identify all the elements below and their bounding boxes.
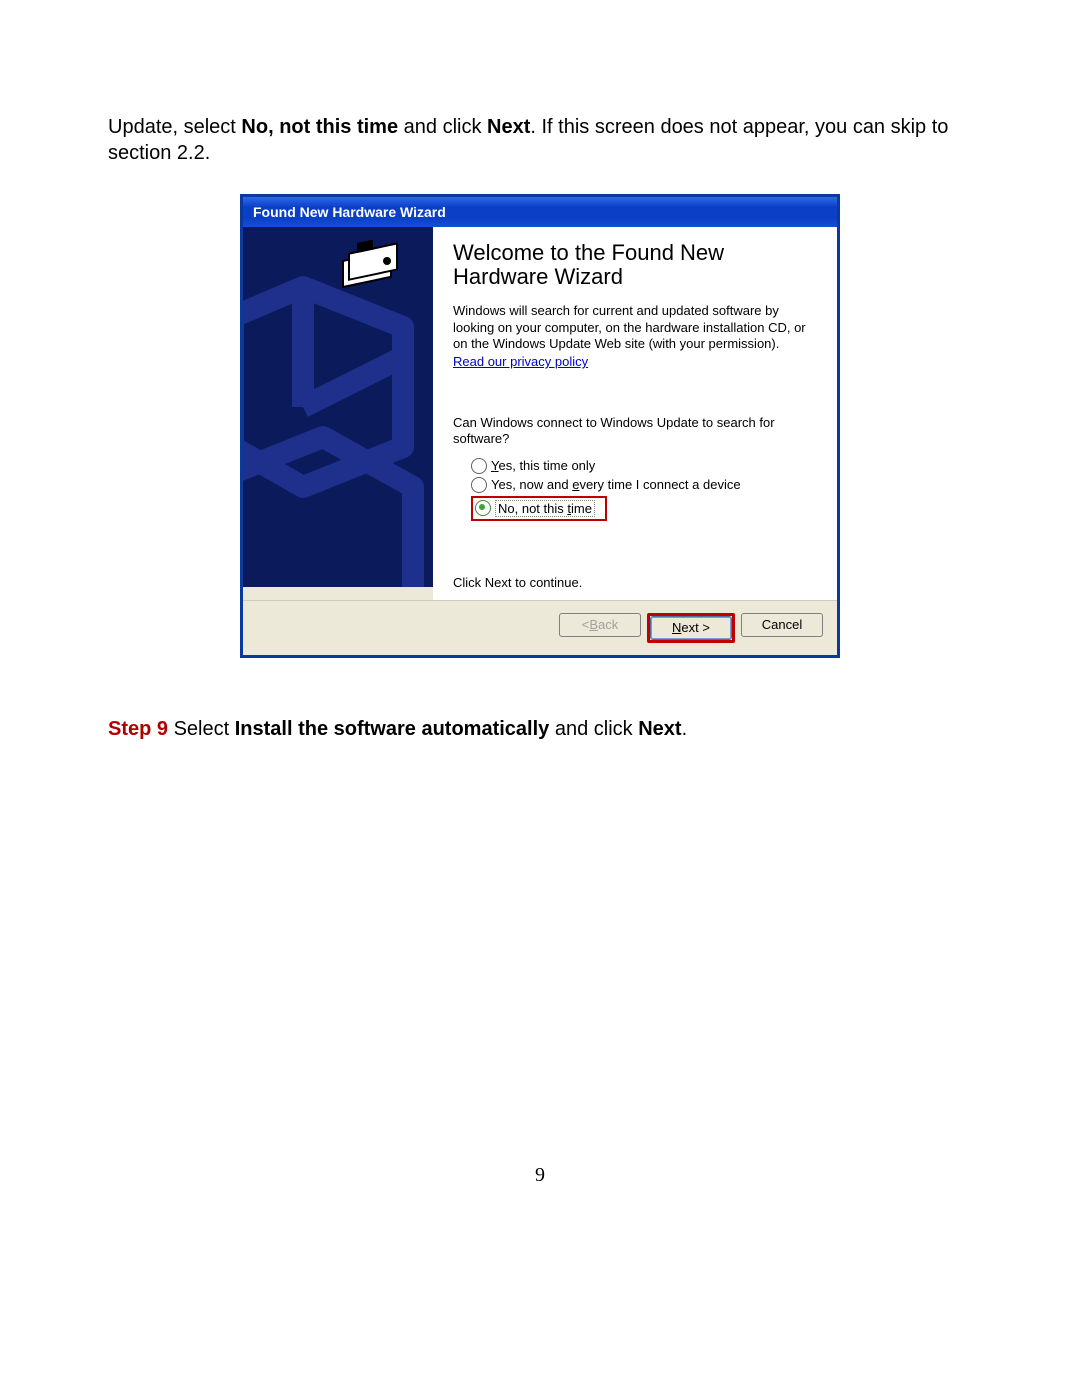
wizard-body: Welcome to the Found New Hardware Wizard… xyxy=(243,227,837,600)
back-button: < Back xyxy=(559,613,641,637)
step9-label: Step 9 xyxy=(108,718,168,740)
step9-bold2: Next xyxy=(638,718,681,740)
step9-bold1: Install the software automatically xyxy=(235,718,550,740)
wizard-question: Can Windows connect to Windows Update to… xyxy=(453,415,817,448)
radio-icon xyxy=(475,500,491,516)
radio-option-no-highlight[interactable]: No, not this time xyxy=(471,496,607,521)
intro-bold1: No, not this time xyxy=(241,116,398,138)
step9-pre: Select xyxy=(168,718,235,740)
wizard-heading: Welcome to the Found New Hardware Wizard xyxy=(453,241,817,289)
intro-paragraph: Update, select No, not this time and cli… xyxy=(108,114,972,166)
step9-mid: and click xyxy=(549,718,638,740)
radio-icon xyxy=(471,477,487,493)
radio-option-yes-always[interactable]: Yes, now and every time I connect a devi… xyxy=(471,477,817,493)
wizard-graphic-icon xyxy=(243,227,433,587)
step9-paragraph: Step 9 Select Install the software autom… xyxy=(108,716,972,743)
option-label: Yes, this time only xyxy=(491,458,595,473)
wizard-side-image xyxy=(243,227,433,587)
wizard-window: Found New Hardware Wizard xyxy=(240,194,840,658)
click-next-text: Click Next to continue. xyxy=(453,575,817,590)
wizard-options: Yes, this time only Yes, now and every t… xyxy=(453,458,817,521)
cancel-button[interactable]: Cancel xyxy=(741,613,823,637)
option-label: No, not this time xyxy=(495,500,595,517)
intro-prefix: Update, select xyxy=(108,116,241,138)
intro-bold2: Next xyxy=(487,116,530,138)
radio-option-yes-once[interactable]: Yes, this time only xyxy=(471,458,817,474)
wizard-titlebar: Found New Hardware Wizard xyxy=(243,197,837,227)
wizard-footer: < Back Next > Cancel xyxy=(243,600,837,655)
next-button[interactable]: Next > xyxy=(650,616,732,640)
step9-post: . xyxy=(682,718,688,740)
wizard-content: Welcome to the Found New Hardware Wizard… xyxy=(433,227,837,600)
option-label: Yes, now and every time I connect a devi… xyxy=(491,477,741,492)
radio-icon xyxy=(471,458,487,474)
next-button-highlight: Next > xyxy=(647,613,735,643)
privacy-link[interactable]: Read our privacy policy xyxy=(453,354,588,369)
intro-mid: and click xyxy=(398,116,487,138)
wizard-description: Windows will search for current and upda… xyxy=(453,303,817,352)
page-number: 9 xyxy=(0,1164,1080,1187)
